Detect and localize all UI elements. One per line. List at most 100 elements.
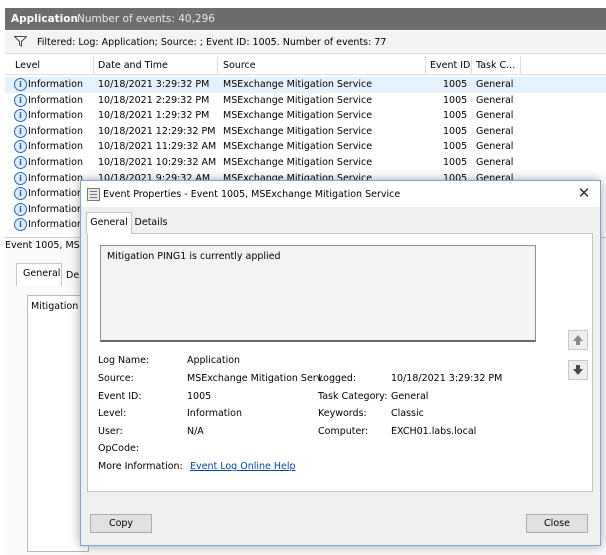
information-icon: i: [14, 218, 27, 232]
label-more-information: More Information:: [98, 461, 183, 472]
label-source: Source:: [98, 373, 134, 384]
event-properties-dialog: Event Properties - Event 1005, MSExchang…: [80, 180, 601, 546]
cell-id: 1005: [443, 125, 468, 137]
table-row[interactable]: i Information 10/18/2021 11:29:32 AM MSExch…: [5, 139, 606, 155]
cell-level: Information: [28, 94, 83, 106]
dialog-title: Event Properties - Event 1005, MSExchang…: [103, 189, 401, 200]
column-event-id[interactable]: Event ID: [430, 60, 470, 71]
event-log-online-help-link[interactable]: Event Log Online Help: [190, 461, 296, 472]
label-event-id: Event ID:: [98, 391, 142, 402]
cell-level: Information: [28, 110, 83, 122]
general-tab-panel: Mitigation PING1 is currently applied Lo…: [87, 233, 593, 492]
cell-id: 1005: [443, 157, 468, 168]
cell-task: General: [476, 110, 514, 122]
arrow-up-icon: [573, 335, 583, 345]
cell-level: Information: [28, 172, 83, 184]
event-properties-icon: [87, 188, 100, 201]
label-logged: Logged:: [318, 373, 357, 384]
cell-task: General: [476, 157, 514, 168]
information-icon: i: [14, 93, 27, 107]
information-icon: i: [14, 78, 27, 91]
value-log-name: Application: [187, 355, 241, 366]
arrow-down-icon: [573, 365, 583, 375]
value-keywords: Classic: [391, 408, 424, 419]
preview-description-text: Mitigation: [31, 301, 79, 312]
information-icon: i: [14, 187, 27, 201]
information-icon: i: [14, 156, 27, 169]
cell-task: General: [476, 94, 514, 106]
cell-task: General: [476, 125, 514, 137]
tab-general[interactable]: General: [86, 212, 132, 234]
event-count: Number of events: 40,296: [77, 13, 215, 25]
value-event-id: 1005: [187, 391, 212, 402]
filter-bar: Filtered: Log: Application; Source: ; Ev…: [5, 31, 606, 54]
column-headers: Level Date and Time Source Event ID Task…: [5, 56, 606, 75]
column-source[interactable]: Source: [223, 60, 256, 71]
previous-event-button[interactable]: [568, 330, 588, 350]
table-row[interactable]: i Information 10/18/2021 1:29:32 PM MSExcha…: [5, 108, 606, 124]
cell-date: 10/18/2021 3:29:32 PM: [98, 79, 210, 90]
value-level: Information: [187, 408, 242, 419]
cell-task: General: [476, 141, 514, 153]
cell-level: Information: [28, 188, 83, 200]
value-source: MSExchange Mitigation Serv: [187, 373, 323, 384]
tab-details[interactable]: Details: [131, 213, 171, 232]
information-icon: i: [14, 140, 27, 154]
cell-id: 1005: [443, 110, 468, 122]
label-computer: Computer:: [318, 426, 369, 437]
information-icon: i: [14, 109, 27, 123]
cell-source: MSExchange Mitigation Service: [223, 94, 373, 106]
information-icon: i: [14, 171, 27, 185]
table-row[interactable]: i Information 10/18/2021 10:29:32 AM MSExch…: [5, 155, 606, 171]
value-user: N/A: [187, 426, 204, 437]
preview-tab-general[interactable]: General: [23, 268, 60, 279]
close-button[interactable]: Close: [526, 514, 588, 533]
label-opcode: OpCode:: [98, 443, 140, 454]
cell-source: MSExchange Mitigation Service: [223, 125, 373, 137]
column-task-category[interactable]: Task C...: [476, 60, 515, 71]
log-name: Application: [11, 13, 78, 25]
label-task-category: Task Category:: [318, 391, 388, 402]
information-icon: i: [14, 124, 27, 138]
cell-date: 10/18/2021 10:29:32 AM: [98, 157, 217, 168]
dialog-title-bar[interactable]: Event Properties - Event 1005, MSExchang…: [81, 181, 600, 207]
value-task-category: General: [391, 391, 429, 402]
cell-id: 1005: [443, 79, 468, 90]
cell-level: Information: [28, 141, 83, 153]
cell-source: MSExchange Mitigation Service: [223, 141, 373, 153]
cell-level: Information: [28, 203, 83, 215]
filter-text: Filtered: Log: Application; Source: ; Ev…: [37, 37, 387, 48]
cell-source: MSExchange Mitigation Service: [223, 110, 373, 122]
filter-icon: [14, 36, 27, 47]
cell-date: 10/18/2021 12:29:32 PM: [98, 125, 216, 137]
cell-level: Information: [28, 125, 83, 137]
label-log-name: Log Name:: [98, 355, 150, 366]
event-description-box[interactable]: Mitigation PING1 is currently applied: [100, 245, 536, 342]
column-date[interactable]: Date and Time: [98, 60, 168, 71]
cell-level: Information: [28, 219, 83, 231]
next-event-button[interactable]: [568, 360, 588, 380]
cell-date: 10/18/2021 2:29:32 PM: [98, 94, 210, 106]
value-logged: 10/18/2021 3:29:32 PM: [391, 373, 503, 384]
preview-tab-details[interactable]: De: [66, 270, 79, 281]
table-row[interactable]: i Information 10/18/2021 12:29:32 PM MSExch…: [5, 124, 606, 140]
cell-task: General: [476, 79, 514, 90]
copy-button[interactable]: Copy: [90, 514, 152, 533]
cell-id: 1005: [443, 94, 468, 106]
cell-level: Information: [28, 157, 83, 168]
information-icon: i: [14, 202, 27, 216]
cell-date: 10/18/2021 1:29:32 PM: [98, 110, 210, 122]
value-computer: EXCH01.labs.local: [391, 426, 477, 437]
close-icon[interactable]: ✕: [576, 185, 592, 201]
log-header: Application Number of events: 40,296: [5, 8, 606, 30]
label-user: User:: [98, 426, 123, 437]
table-row[interactable]: i Information 10/18/2021 3:29:32 PM MSExcha…: [5, 77, 606, 93]
cell-date: 10/18/2021 11:29:32 AM: [98, 141, 217, 153]
cell-level: Information: [28, 79, 83, 90]
event-description-text: Mitigation PING1 is currently applied: [107, 251, 281, 262]
table-row[interactable]: i Information 10/18/2021 2:29:32 PM MSExcha…: [5, 93, 606, 109]
label-keywords: Keywords:: [318, 408, 367, 419]
column-level[interactable]: Level: [15, 60, 40, 71]
cell-source: MSExchange Mitigation Service: [223, 79, 373, 90]
label-level: Level:: [98, 408, 127, 419]
